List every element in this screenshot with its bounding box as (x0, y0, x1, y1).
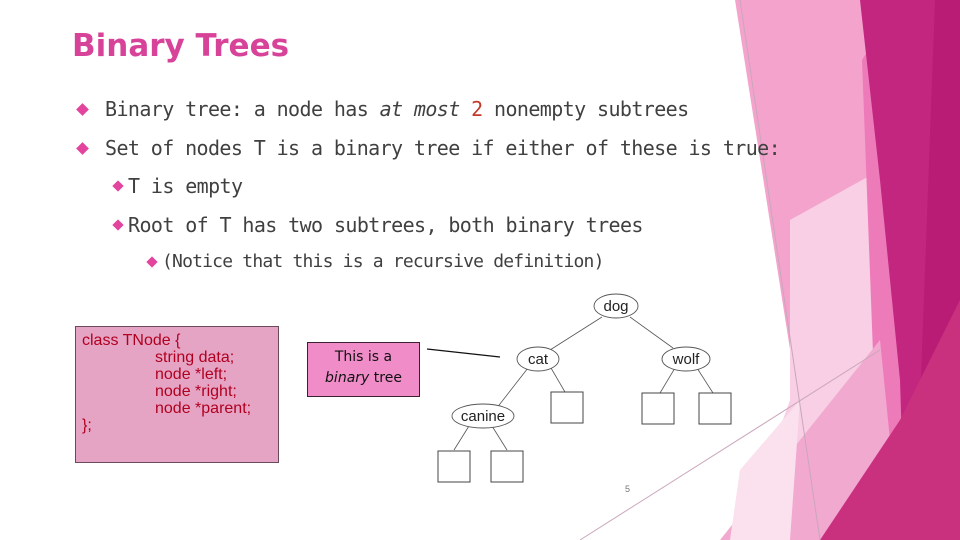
empty-subtree (641, 392, 675, 425)
tree-node-label: cat (528, 351, 549, 368)
tree-edge (550, 367, 566, 393)
tree-edge (629, 316, 674, 349)
tree-edge (659, 367, 676, 394)
tree-node-label: canine (461, 408, 505, 425)
page-number: 5 (625, 484, 631, 494)
tree-edge (696, 367, 714, 394)
tree-edge (491, 425, 508, 451)
callout-pointer-line (426, 348, 501, 358)
tree-edge (453, 425, 470, 451)
tree-node-label: wolf (672, 351, 701, 368)
empty-subtree (698, 392, 732, 425)
empty-subtree (437, 450, 471, 483)
empty-subtree (490, 450, 524, 483)
binary-tree-diagram: dog cat wolf canine (426, 293, 732, 483)
tree-node-label: dog (603, 298, 628, 315)
tree-edge (549, 316, 603, 351)
tree-edge (495, 367, 529, 410)
empty-subtree (550, 391, 584, 424)
